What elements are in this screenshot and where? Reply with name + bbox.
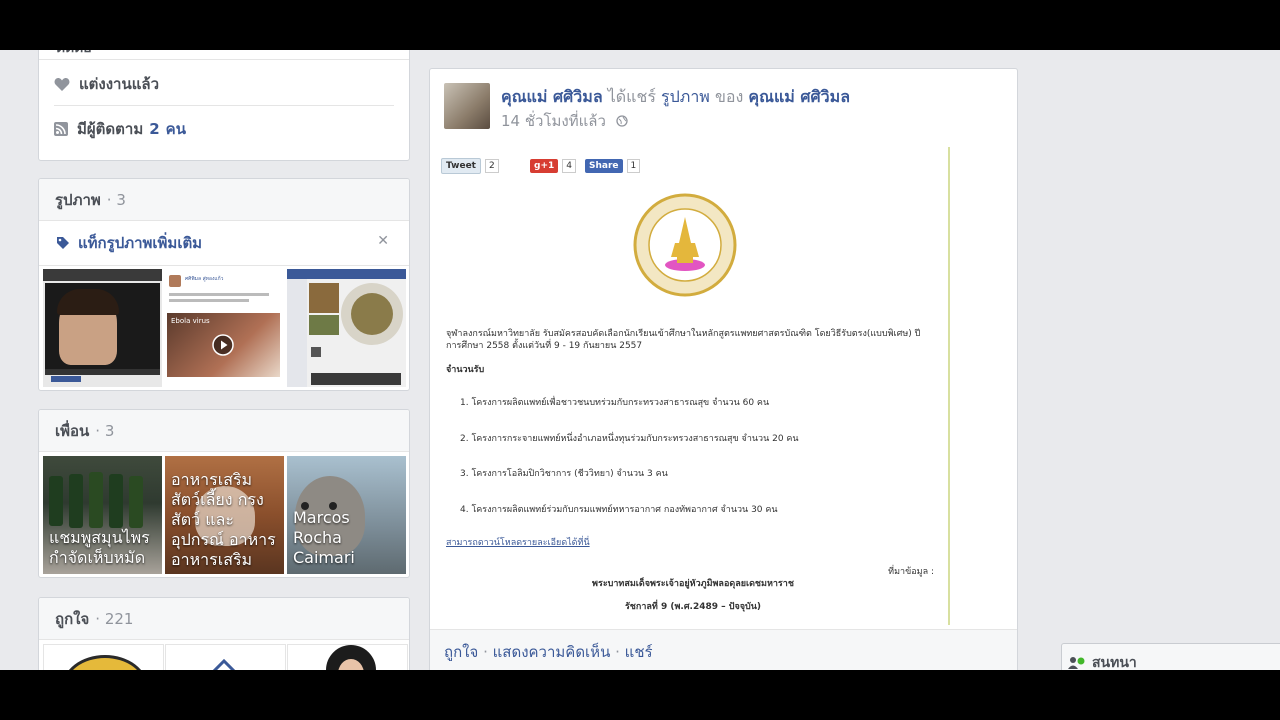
reign-line: รัชกาลที่ 9 (พ.ศ.2489 – ปัจจุบัน)	[624, 602, 762, 612]
program-item: 2. โครงการกระจายแพทย์หนึ่งอำเภอหนึ่งทุนร…	[460, 434, 799, 444]
thumb-video-title: Ebola virus	[171, 317, 210, 325]
photos-card: รูปภาพ · 3 แท็กรูปภาพเพิ่มเติม ✕ ศศิพิมล…	[38, 178, 410, 391]
comment-action[interactable]: แสดงความคิดเห็น	[493, 643, 611, 661]
download-link[interactable]: สามารถดาวน์โหลดรายละเอียดได้ที่นี่	[446, 535, 590, 549]
chat-tab[interactable]: สนทนา	[1061, 643, 1280, 670]
relationship-row: แต่งงานแล้ว	[54, 72, 159, 96]
likes-card: ถูกใจ · 221	[38, 597, 410, 670]
like-tile-3[interactable]	[287, 644, 408, 670]
fb-share-label[interactable]: Share	[585, 159, 623, 173]
tag-photos-label[interactable]: แท็กรูปภาพเพิ่มเติม	[78, 231, 202, 255]
gplus-button[interactable]: g+1 4	[530, 159, 576, 173]
followers-suffix[interactable]: คน	[166, 117, 186, 141]
likes-count: · 221	[95, 609, 134, 628]
shared-document-image[interactable]: Tweet 2 g+1 4 Share 1 จุฬาลงกรณ์มหาวิทยา…	[438, 147, 950, 625]
photo-thumb-2[interactable]: ศศิพิมล สู่ทองแก้ว Ebola virus	[165, 269, 284, 387]
like-action[interactable]: ถูกใจ	[444, 643, 478, 661]
friend-tile-3[interactable]: Marcos Rocha Caimari	[287, 456, 406, 574]
gplus-count: 4	[562, 159, 576, 173]
friend-name-2[interactable]: อาหารเสริมสัตว์เลี้ยง กรงสัตว์ และอุปกรณ…	[171, 470, 280, 570]
tweet-label[interactable]: Tweet	[441, 158, 481, 174]
action-separator: ·	[483, 643, 488, 661]
friend-tile-2[interactable]: อาหารเสริมสัตว์เลี้ยง กรงสัตว์ และอุปกรณ…	[165, 456, 284, 574]
post-author-avatar[interactable]	[444, 83, 490, 129]
post-of-text: ของ	[714, 87, 744, 106]
intro-partial-label: ติดต่อ	[56, 50, 92, 59]
post-owner-name[interactable]: คุณแม่ ศศิวิมล	[748, 87, 850, 106]
online-person-icon	[1068, 657, 1085, 669]
close-icon[interactable]: ✕	[377, 233, 389, 249]
share-action[interactable]: แชร์	[625, 643, 653, 661]
friends-count: · 3	[95, 421, 115, 440]
globe-icon[interactable]	[616, 115, 628, 127]
chat-tab-inner: สนทนา	[1068, 652, 1137, 670]
house-icon	[212, 658, 236, 670]
followers-count[interactable]: 2	[149, 120, 159, 138]
like-tile-1[interactable]	[43, 644, 164, 670]
university-seal-logo	[633, 193, 737, 297]
likes-header[interactable]: ถูกใจ · 221	[39, 598, 409, 640]
followers-row[interactable]: มีผู้ติดตาม 2 คน	[54, 117, 186, 141]
rss-icon	[54, 122, 68, 136]
chat-label[interactable]: สนทนา	[1092, 652, 1137, 670]
tweet-button[interactable]: Tweet 2	[441, 158, 499, 174]
program-item: 1. โครงการผลิตแพทย์เพื่อชาวชนบทร่วมกับกร…	[460, 398, 770, 408]
tag-photos-row[interactable]: แท็กรูปภาพเพิ่มเติม	[56, 231, 202, 255]
play-icon[interactable]	[212, 334, 234, 356]
followers-prefix: มีผู้ติดตาม	[77, 120, 144, 138]
action-separator: ·	[615, 643, 620, 661]
fb-share-button[interactable]: Share 1	[585, 159, 641, 173]
post-author-name[interactable]: คุณแม่ ศศิวิมล	[501, 87, 603, 106]
friends-title[interactable]: เพื่อน	[55, 419, 89, 443]
photos-count: · 3	[106, 190, 126, 209]
friend-name-3[interactable]: Marcos Rocha Caimari	[293, 508, 402, 568]
thumb-avatar	[169, 275, 181, 287]
fb-share-count: 1	[626, 159, 641, 173]
gplus-label[interactable]: g+1	[530, 159, 559, 173]
photos-title[interactable]: รูปภาพ	[55, 188, 101, 212]
friends-card: เพื่อน · 3 แชมพูสมุนไพร กำจัดเห็บหมัด อา…	[38, 409, 410, 578]
like-tile-2[interactable]	[165, 644, 286, 670]
facebook-timeline: ติดต่อ แต่งงานแล้ว มีผู้ติดตาม 2 คน รูปภ…	[0, 50, 1280, 670]
photo-thumb-1[interactable]	[43, 269, 162, 387]
post-action-bar: ถูกใจ · แสดงความคิดเห็น · แชร์	[430, 629, 1017, 670]
program-item: 4. โครงการผลิตแพทย์ร่วมกับกรมแพทย์ทหารอา…	[460, 505, 778, 515]
intro-card: ติดต่อ แต่งงานแล้ว มีผู้ติดตาม 2 คน	[38, 50, 410, 161]
friend-name-1[interactable]: แชมพูสมุนไพร กำจัดเห็บหมัด	[49, 528, 158, 568]
friend-tile-1[interactable]: แชมพูสมุนไพร กำจัดเห็บหมัด	[43, 456, 162, 574]
photos-header[interactable]: รูปภาพ · 3	[39, 179, 409, 221]
post-timestamp[interactable]: 14 ชั่วโมงที่แล้ว	[501, 109, 606, 133]
announcement-line-2: การศึกษา 2558 ตั้งแต่วันที่ 9 - 19 กันยา…	[446, 341, 643, 351]
likes-title[interactable]: ถูกใจ	[55, 607, 89, 631]
post-timestamp-row: 14 ชั่วโมงที่แล้ว	[501, 109, 628, 133]
post-shared-text: ได้แชร์	[607, 87, 656, 106]
thumb-author: ศศิพิมล สู่ทองแก้ว	[185, 276, 224, 282]
thumb-video[interactable]: Ebola virus	[167, 313, 280, 377]
quota-heading: จำนวนรับ	[446, 365, 485, 375]
post-object-link[interactable]: รูปภาพ	[661, 87, 710, 106]
post-header-line: คุณแม่ ศศิวิมล ได้แชร์ รูปภาพ ของ คุณแม่…	[501, 85, 850, 110]
heart-icon	[54, 77, 70, 91]
shared-photo-post: คุณแม่ ศศิวิมล ได้แชร์ รูปภาพ ของ คุณแม่…	[429, 68, 1018, 670]
friends-header[interactable]: เพื่อน · 3	[39, 410, 409, 452]
photo-thumb-3[interactable]	[287, 269, 406, 387]
program-item: 3. โครงการโอลิมปิกวิชาการ (ชีววิทยา) จำน…	[460, 469, 668, 479]
tag-icon	[57, 237, 69, 249]
tweet-count: 2	[484, 159, 499, 173]
king-name-line: พระบาทสมเด็จพระเจ้าอยู่หัวภูมิพลอดุลยเดช…	[592, 579, 794, 589]
relationship-label: แต่งงานแล้ว	[79, 75, 160, 93]
